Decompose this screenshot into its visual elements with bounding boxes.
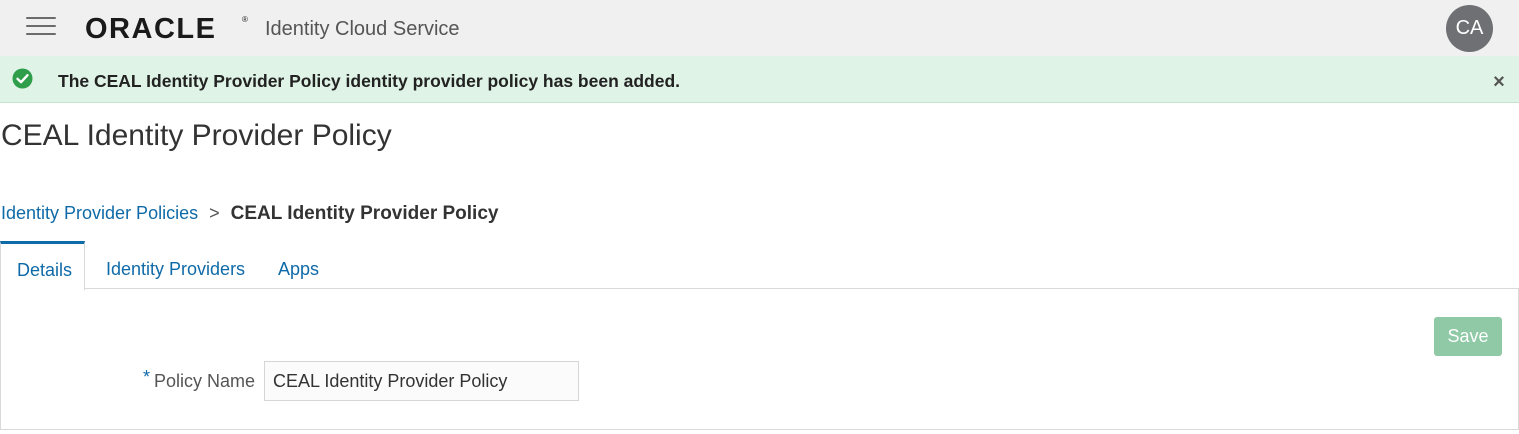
success-banner: The CEAL Identity Provider Policy identi…	[0, 56, 1519, 103]
breadcrumb: Identity Provider Policies > CEAL Identi…	[1, 200, 498, 227]
oracle-logo: ORACLE ®	[85, 10, 255, 46]
tab-identity-providers[interactable]: Identity Providers	[90, 241, 261, 289]
close-icon[interactable]: ×	[1490, 72, 1508, 92]
tab-apps[interactable]: Apps	[262, 241, 335, 289]
breadcrumb-separator: >	[209, 203, 220, 223]
check-circle-icon	[12, 68, 33, 89]
tab-details[interactable]: Details	[0, 241, 85, 290]
svg-text:ORACLE: ORACLE	[85, 13, 216, 45]
policy-name-label-text: Policy Name	[154, 371, 256, 391]
required-marker: *	[143, 367, 151, 387]
tab-bar: Details Identity Providers Apps	[0, 241, 1519, 290]
svg-text:®: ®	[242, 15, 248, 24]
policy-name-input[interactable]	[264, 361, 579, 401]
app-header: ORACLE ® Identity Cloud Service CA	[0, 0, 1519, 56]
product-name: Identity Cloud Service	[265, 18, 460, 40]
oracle-logo-wordmark: ORACLE ®	[85, 13, 248, 45]
policy-name-label: * Policy Name	[143, 367, 256, 394]
breadcrumb-link-identity-provider-policies[interactable]: Identity Provider Policies	[1, 203, 198, 223]
save-button[interactable]: Save	[1434, 317, 1502, 356]
banner-message: The CEAL Identity Provider Policy identi…	[58, 71, 681, 91]
details-panel	[0, 288, 1519, 430]
breadcrumb-current: CEAL Identity Provider Policy	[230, 203, 499, 224]
page-title: CEAL Identity Provider Policy	[1, 119, 392, 152]
user-avatar[interactable]: CA	[1446, 5, 1493, 52]
hamburger-menu-icon[interactable]	[24, 14, 58, 40]
